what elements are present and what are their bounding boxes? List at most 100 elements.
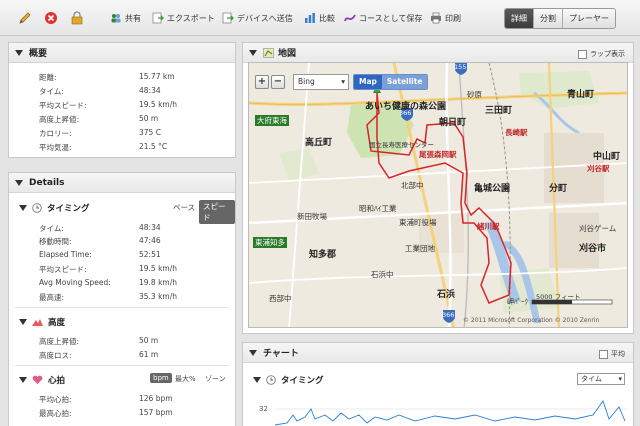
chart-header[interactable]: チャート (243, 343, 633, 363)
lap-display-checkbox[interactable] (578, 49, 587, 59)
speed-toggle[interactable]: スピード (199, 200, 235, 224)
map-label: 長崎駅 (505, 128, 528, 137)
map-provider-value: Bing (298, 77, 315, 86)
collapse-icon (19, 377, 27, 383)
heart-rate-value: 126 bpm (139, 394, 173, 403)
overview-header[interactable]: 概要 (9, 43, 235, 63)
map-label: 岬ﾊﾟｰｸ (507, 298, 528, 306)
map-label: 石浜中 (371, 270, 394, 279)
pace-toggle[interactable]: ペース (173, 202, 195, 213)
map-label: 国立長寿医療センター (369, 141, 434, 149)
elevation-value: 50 m (139, 336, 159, 345)
send-to-device-label: デバイスへ送信 (237, 13, 293, 23)
chart-plot (275, 400, 627, 426)
chart-metric-select[interactable]: タイム ▾ (577, 373, 625, 385)
delete-icon[interactable] (44, 11, 58, 25)
timing-label: タイム: (39, 224, 64, 233)
bpm-toggle[interactable]: bpm (150, 373, 172, 383)
route-shield-label: 155 (454, 63, 467, 71)
map-type-map[interactable]: Map (354, 75, 382, 89)
lap-display-label: ラップ表示 (590, 50, 625, 58)
compare-button[interactable]: 比較 (304, 11, 335, 25)
map-label: 緒川駅 (477, 222, 500, 231)
print-label: 印刷 (445, 13, 461, 23)
zoom-in-button[interactable]: + (255, 75, 269, 89)
timing-header[interactable]: タイミング (19, 202, 90, 214)
elevation-value: 61 m (139, 350, 159, 359)
share-button[interactable]: 共有 (110, 11, 141, 25)
map-label: 西部中 (269, 294, 292, 303)
zone-toggle[interactable]: ゾーン (205, 374, 226, 384)
collapse-icon (19, 205, 27, 211)
overview-value: 375 C (139, 128, 161, 137)
lap-display-toggle[interactable]: ラップ表示 (578, 49, 625, 59)
timing-value: 48:34 (139, 223, 161, 232)
export-icon (152, 12, 164, 24)
map-title: 地図 (278, 49, 297, 59)
export-label: エクスポート (167, 13, 215, 23)
overview-label: カロリー: (39, 129, 72, 138)
map-type-satellite[interactable]: Satellite (381, 75, 428, 89)
heart-rate-header[interactable]: 心拍 (19, 374, 65, 386)
flat-toggle[interactable]: 平均 (599, 349, 625, 359)
overview-value: 15.77 km (139, 72, 175, 81)
zoom-out-button[interactable]: − (271, 75, 285, 89)
chart-timing-header[interactable]: タイミング (253, 374, 324, 386)
map-label: 亀城公園 (474, 184, 511, 194)
map-label: 中山町 (593, 152, 621, 162)
compare-label: 比較 (319, 13, 335, 23)
save-as-course-button[interactable]: コースとして保存 (344, 11, 422, 25)
map-label: 知多郡 (309, 250, 337, 260)
tab-details[interactable]: 詳細 (505, 9, 534, 28)
map-scale: 5000 フィート (536, 293, 581, 301)
course-icon (344, 14, 356, 22)
overview-label: 平均気温: (39, 143, 72, 152)
timing-value: 35.3 km/h (139, 292, 178, 301)
heart-icon (32, 375, 43, 384)
chart-y-tick: 32 (259, 405, 268, 413)
elevation-label: 高度ロス: (39, 351, 72, 360)
chart-panel: チャート 平均 タイミング タイム ▾ 32 (242, 342, 634, 426)
map-label: 刈谷市 (579, 244, 607, 254)
overview-value: 19.5 km/h (139, 100, 178, 109)
map-label: 青山町 (567, 90, 595, 100)
details-header[interactable]: Details (9, 173, 235, 193)
print-button[interactable]: 印刷 (430, 11, 461, 25)
map-provider-select[interactable]: Bing ▾ (293, 74, 349, 90)
tab-split[interactable]: 分割 (534, 9, 563, 28)
timing-label: Avg Moving Speed: (39, 278, 111, 287)
tab-player[interactable]: プレーヤー (563, 9, 615, 28)
overview-label: タイム: (39, 87, 64, 96)
overview-value: 21.5 °C (139, 142, 168, 151)
map-label: 石浜 (437, 290, 456, 300)
timing-label: Elapsed Time: (39, 250, 92, 259)
timing-value: 19.8 km/h (139, 278, 178, 287)
lock-icon[interactable] (70, 11, 84, 25)
elevation-title: 高度 (48, 318, 66, 328)
flat-checkbox[interactable] (599, 349, 608, 359)
overview-value: 50 m (139, 114, 159, 123)
timing-title: タイミング (47, 204, 90, 214)
map-canvas[interactable]: + − Bing ▾ Map Satellite 366 155 366 青山町 … (248, 62, 628, 328)
map-header[interactable]: 地図 (243, 43, 633, 63)
flat-label: 平均 (611, 350, 625, 358)
elevation-label: 高度上昇値: (39, 337, 80, 346)
overview-label: 高度上昇値: (39, 115, 80, 124)
export-button[interactable]: エクスポート (152, 11, 215, 25)
map-label: 昭和ﾊｲ工業 (359, 204, 397, 213)
map-label: 砂原 (467, 90, 482, 99)
edit-icon[interactable] (18, 11, 32, 25)
heart-rate-title: 心拍 (48, 376, 66, 386)
clock-icon (266, 375, 276, 385)
dropdown-icon: ▾ (341, 77, 345, 86)
map-label: 三田町 (485, 106, 513, 116)
map-label: 高丘町 (305, 138, 333, 148)
map-icon (263, 47, 274, 58)
send-to-device-button[interactable]: デバイスへ送信 (222, 11, 293, 25)
map-copyright: © 2011 Microsoft Corporation © 2010 Zenr… (463, 317, 600, 324)
elevation-header[interactable]: 高度 (19, 316, 65, 328)
compare-icon (305, 13, 315, 23)
map-label: 工業団地 (405, 244, 435, 253)
max-percent-toggle[interactable]: 最大% (175, 374, 196, 384)
map-label: 朝日町 (439, 118, 467, 128)
